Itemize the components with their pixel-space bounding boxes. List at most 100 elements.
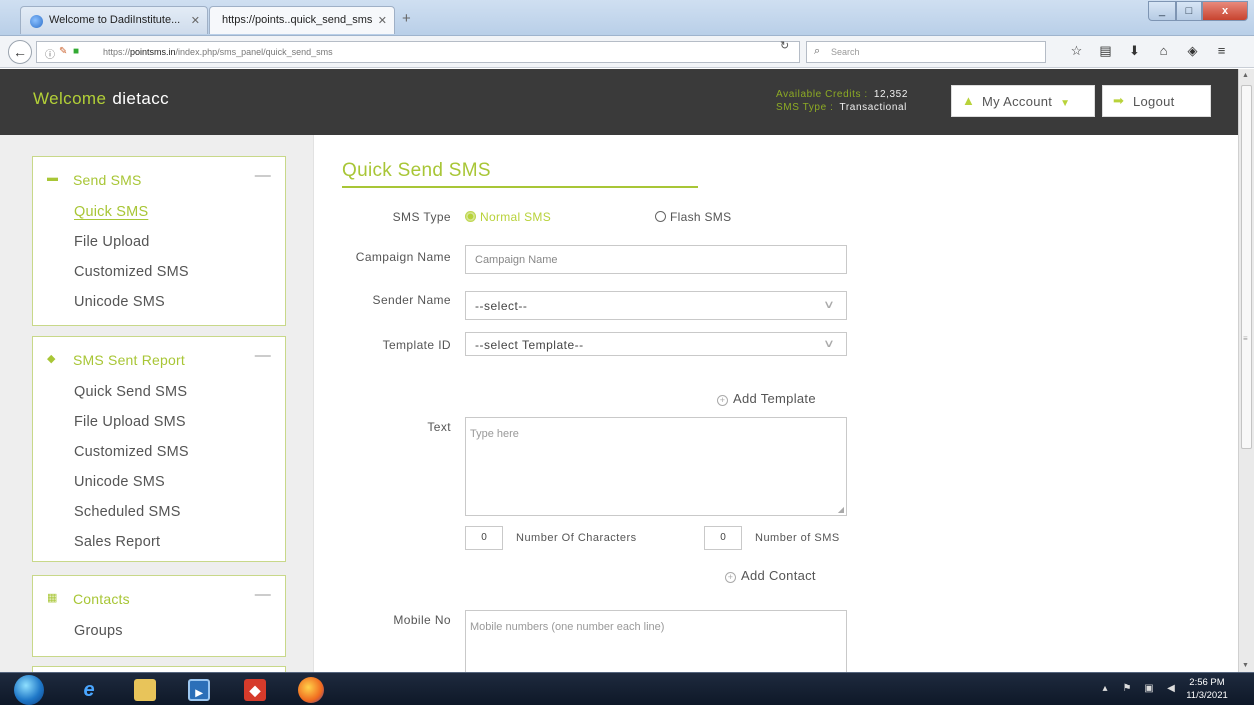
my-account-label: My Account	[982, 94, 1053, 109]
contacts-title: Contacts	[73, 591, 130, 607]
sms-count: 0	[704, 526, 742, 550]
mobile-placeholder: Mobile numbers (one number each line)	[470, 621, 665, 633]
radio-selected-icon	[465, 211, 476, 222]
chevron-down-icon: ∨	[823, 299, 837, 311]
file-explorer-icon[interactable]	[134, 679, 156, 701]
info-icon[interactable]: ⓘ	[45, 46, 55, 61]
title-underline	[342, 186, 698, 188]
download-icon[interactable]: ⬇	[1120, 43, 1149, 59]
campaign-name-input[interactable]: Campaign Name	[465, 245, 847, 274]
sidebar-item-unicode-sms-report[interactable]: Unicode SMS	[33, 467, 285, 497]
windows-taskbar: e ▸ ◆ ▴ ⚑ ▣ ◀ 2:56 PM 11/3/2021	[0, 672, 1254, 705]
tray-expand-icon[interactable]: ▴	[1094, 683, 1116, 694]
report-icon: ◆	[47, 353, 56, 365]
contacts-header[interactable]: ▦ Contacts —	[33, 576, 285, 616]
mobile-numbers-area[interactable]: Mobile numbers (one number each line)	[465, 610, 847, 672]
back-button[interactable]: ←	[8, 40, 32, 64]
new-tab-button[interactable]: +	[402, 10, 411, 27]
plus-circle-icon: +	[717, 395, 728, 406]
sidebar-item-customized-sms-report[interactable]: Customized SMS	[33, 437, 285, 467]
maximize-button[interactable]: □	[1176, 1, 1202, 21]
sidebar-item-file-upload[interactable]: File Upload	[33, 227, 285, 257]
plus-circle-icon: +	[725, 572, 736, 583]
mobile-no-label: Mobile No	[393, 613, 451, 627]
close-icon[interactable]: ✕	[191, 14, 200, 27]
collapse-icon[interactable]: —	[255, 167, 271, 185]
sidebar-item-sales-report[interactable]: Sales Report	[33, 527, 285, 557]
flash-sms-label: Flash SMS	[670, 210, 732, 224]
address-bar[interactable]: ⓘ ✎ ■ https://pointsms.in/index.php/sms_…	[36, 41, 800, 63]
close-window-button[interactable]: x	[1202, 1, 1248, 21]
tab-welcome[interactable]: Welcome to DadiInstitute... ✕	[20, 6, 208, 34]
start-button[interactable]	[14, 675, 44, 705]
credits-value: 12,352	[873, 89, 908, 100]
sender-name-select[interactable]: --select-- ∨	[465, 291, 847, 320]
page-title: Quick Send SMS	[342, 160, 491, 181]
add-template-link[interactable]: + Add Template	[717, 391, 816, 406]
page-scrollbar[interactable]: ▲ ≡ ▼	[1238, 69, 1254, 672]
message-icon: ▬	[47, 172, 59, 184]
anydesk-icon[interactable]: ◆	[244, 679, 266, 701]
reload-icon[interactable]: ↻	[780, 39, 789, 52]
flag-icon[interactable]: ⚑	[1116, 683, 1138, 694]
scroll-down-icon[interactable]: ▼	[1242, 662, 1249, 669]
normal-sms-radio[interactable]: Normal SMS	[465, 210, 551, 224]
sidebar-item-quick-sms[interactable]: Quick SMS	[33, 197, 285, 227]
system-tray: ▴ ⚑ ▣ ◀	[1094, 683, 1182, 694]
home-icon[interactable]: ⌂	[1149, 43, 1178, 59]
close-icon[interactable]: ✕	[378, 14, 387, 27]
clock[interactable]: 2:56 PM 11/3/2021	[1182, 676, 1232, 702]
template-id-value: --select Template--	[475, 338, 584, 352]
sms-count-label: Number of SMS	[755, 532, 840, 544]
sidebar-item-scheduled-sms[interactable]: Scheduled SMS	[33, 497, 285, 527]
campaign-name-label: Campaign Name	[355, 250, 451, 264]
add-contact-link[interactable]: + Add Contact	[725, 568, 816, 583]
clock-time: 2:56 PM	[1189, 677, 1225, 688]
user-icon: ▲	[962, 93, 976, 108]
template-id-select[interactable]: --select Template-- ∨	[465, 332, 847, 356]
scrollbar-grip-icon: ≡	[1243, 334, 1248, 343]
network-icon[interactable]: ▣	[1138, 683, 1160, 694]
pocket-icon[interactable]: ◈	[1178, 43, 1207, 59]
globe-icon	[30, 15, 43, 28]
sidebar-item-unicode-sms[interactable]: Unicode SMS	[33, 287, 285, 317]
resize-handle-icon[interactable]: ◢	[838, 505, 844, 514]
sidebar-item-quick-send-sms[interactable]: Quick Send SMS	[33, 377, 285, 407]
text-placeholder: Type here	[470, 428, 519, 440]
url-prefix: https://	[103, 47, 131, 57]
sidebar-item-file-upload-sms[interactable]: File Upload SMS	[33, 407, 285, 437]
minimize-button[interactable]: _	[1148, 1, 1176, 21]
window-controls: _ □ x	[1148, 1, 1248, 21]
app-header: Welcome dietacc Available Credits : 12,352…	[0, 69, 1238, 135]
lock-icon: ■	[73, 46, 80, 57]
sms-type-label: SMS Type	[392, 210, 451, 224]
sidebar-item-groups[interactable]: Groups	[33, 616, 285, 646]
collapse-icon[interactable]: —	[255, 586, 271, 604]
media-player-icon[interactable]: ▸	[188, 679, 210, 701]
scrollbar-thumb[interactable]	[1241, 85, 1252, 449]
collapse-icon[interactable]: —	[255, 347, 271, 365]
tab-quick-send-sms[interactable]: https://points..quick_send_sms ✕	[209, 6, 395, 34]
volume-icon[interactable]: ◀	[1160, 683, 1182, 694]
chevron-down-icon: ▼	[1060, 98, 1071, 109]
search-bar[interactable]: ⌕ Search	[806, 41, 1046, 63]
template-id-label: Template ID	[382, 338, 451, 352]
scroll-up-icon[interactable]: ▲	[1242, 72, 1249, 79]
firefox-icon[interactable]	[298, 677, 324, 703]
internet-explorer-icon[interactable]: e	[78, 679, 100, 701]
sidebar-item-customized-sms[interactable]: Customized SMS	[33, 257, 285, 287]
flash-sms-radio[interactable]: Flash SMS	[655, 210, 731, 224]
sidebar: ▬ Send SMS — Quick SMS File Upload Custo…	[0, 135, 314, 672]
bookmark-star-icon[interactable]: ☆	[1062, 43, 1091, 59]
send-sms-title: Send SMS	[73, 172, 142, 188]
reading-list-icon[interactable]: ▤	[1091, 43, 1120, 59]
send-sms-header[interactable]: ▬ Send SMS —	[33, 157, 285, 197]
sms-sent-report-header[interactable]: ◆ SMS Sent Report —	[33, 337, 285, 377]
logout-button[interactable]: ➡ Logout	[1102, 85, 1211, 117]
menu-icon[interactable]: ≡	[1207, 43, 1236, 59]
sms-type-value: Transactional	[839, 102, 907, 113]
account-info: Available Credits : 12,352 SMS Type : Tran…	[776, 88, 908, 114]
message-text-area[interactable]: Type here ◢	[465, 417, 847, 516]
sms-type-label: SMS Type :	[776, 102, 834, 113]
my-account-button[interactable]: ▲ My Account ▼	[951, 85, 1095, 117]
